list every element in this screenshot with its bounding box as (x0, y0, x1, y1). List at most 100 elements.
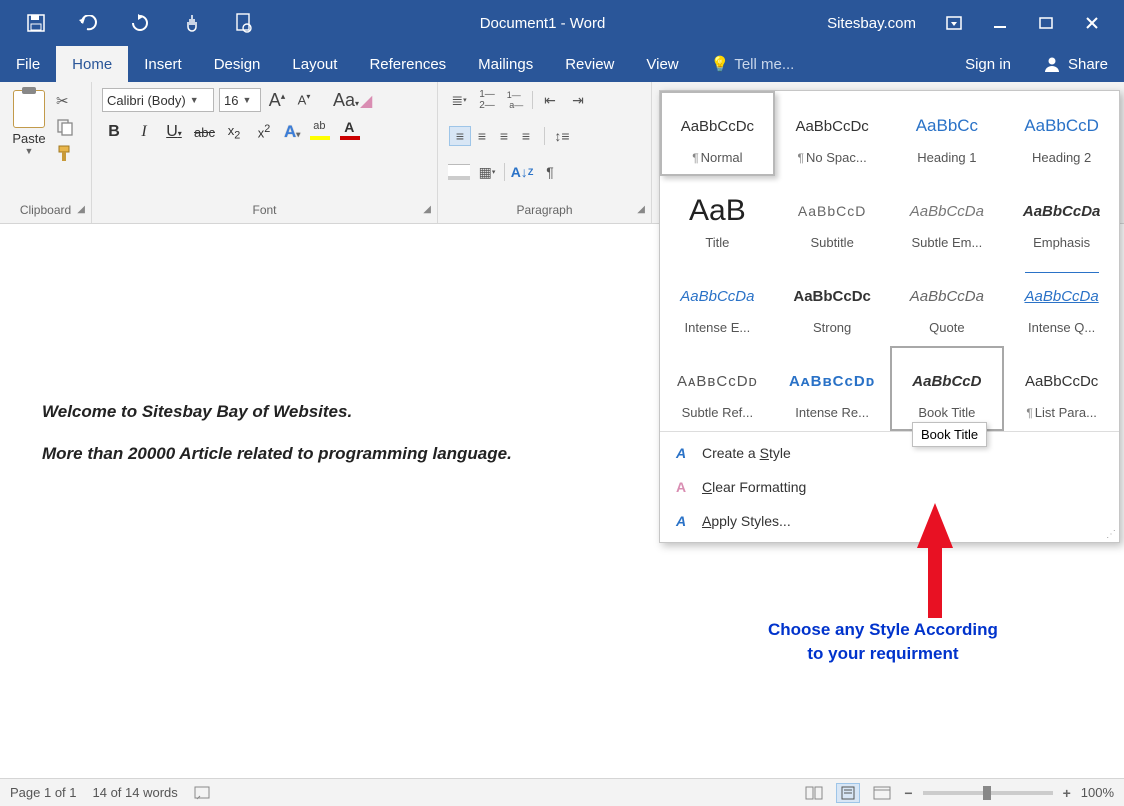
paragraph-launcher-icon[interactable]: ◢ (637, 201, 645, 219)
font-launcher-icon[interactable]: ◢ (423, 201, 431, 219)
line-spacing-icon[interactable]: ↕≡ (551, 126, 573, 146)
font-name-combo[interactable]: Calibri (Body)▼ (102, 88, 214, 112)
style-preview: AaBbCc (916, 102, 978, 150)
show-marks-icon[interactable]: ¶ (539, 162, 561, 182)
font-color-icon[interactable] (340, 124, 360, 140)
share-button[interactable]: Share (1027, 46, 1124, 82)
style-item-normal[interactable]: AaBbCcDc¶Normal (660, 91, 775, 176)
sort-icon[interactable]: A↓Z (511, 162, 533, 182)
tell-me-search[interactable]: 💡Tell me... (695, 46, 811, 82)
font-size-combo[interactable]: 16▼ (219, 88, 261, 112)
tab-insert[interactable]: Insert (128, 46, 198, 82)
zoom-level[interactable]: 100% (1081, 785, 1114, 800)
style-label: ¶List Para... (1026, 405, 1097, 420)
zoom-in-button[interactable]: + (1063, 785, 1071, 801)
increase-indent-icon[interactable]: ⇥ (567, 90, 589, 110)
style-preview: AaBbCcDc (681, 102, 754, 150)
style-item-subtle-ref[interactable]: AᴀBʙCᴄDᴅSubtle Ref... (660, 346, 775, 431)
zoom-out-button[interactable]: − (904, 785, 912, 801)
save-icon[interactable] (22, 9, 50, 37)
apply-styles-item[interactable]: A Apply Styles... (660, 504, 1119, 538)
tab-review[interactable]: Review (549, 46, 630, 82)
minimize-icon[interactable] (986, 9, 1014, 37)
redo-icon[interactable] (126, 9, 154, 37)
zoom-slider-thumb[interactable] (983, 786, 991, 800)
justify-icon[interactable]: ≡ (515, 126, 537, 146)
style-item-subtle-em[interactable]: AaBbCcDaSubtle Em... (890, 176, 1005, 261)
align-center-icon[interactable]: ≡ (471, 126, 493, 146)
maximize-icon[interactable] (1032, 9, 1060, 37)
spelling-icon[interactable] (194, 785, 212, 801)
tell-me-label: Tell me... (734, 56, 794, 73)
superscript-button[interactable]: x2 (254, 123, 274, 140)
bold-button[interactable]: B (104, 123, 124, 141)
touch-mode-icon[interactable] (178, 9, 206, 37)
style-label: ¶Normal (692, 150, 742, 165)
decrease-indent-icon[interactable]: ⇤ (539, 90, 561, 110)
font-label: Font◢ (98, 201, 431, 221)
number-list-icon[interactable]: 1—2— (476, 90, 498, 110)
paste-button[interactable]: Paste ▼ (6, 86, 52, 201)
word-count[interactable]: 14 of 14 words (93, 785, 178, 800)
tab-view[interactable]: View (630, 46, 694, 82)
cut-icon[interactable]: ✂ (56, 92, 76, 110)
paste-label: Paste (12, 131, 45, 146)
highlight-color-icon[interactable] (310, 124, 330, 140)
style-item-no-spac[interactable]: AaBbCcDc¶No Spac... (775, 91, 890, 176)
style-item-book-title[interactable]: AaBbCcDBook Title (890, 346, 1005, 431)
ribbon-display-icon[interactable] (940, 9, 968, 37)
clear-formatting-menu-icon: A (670, 477, 692, 497)
align-right-icon[interactable]: ≡ (493, 126, 515, 146)
style-item-heading-1[interactable]: AaBbCcHeading 1 (890, 91, 1005, 176)
page-count[interactable]: Page 1 of 1 (10, 785, 77, 800)
grow-font-icon[interactable]: A▴ (266, 90, 288, 111)
underline-button[interactable]: U▾ (164, 123, 184, 141)
undo-icon[interactable] (74, 9, 102, 37)
clear-formatting-icon[interactable]: ◢ (360, 91, 382, 109)
resize-grip-icon[interactable]: ⋰ (1106, 529, 1116, 540)
clipboard-launcher-icon[interactable]: ◢ (77, 201, 85, 219)
style-item-list-para[interactable]: AaBbCcDc¶List Para... (1004, 346, 1119, 431)
clear-formatting-item[interactable]: A Clear Formatting (660, 470, 1119, 504)
style-item-subtitle[interactable]: AaBbCcDSubtitle (775, 176, 890, 261)
style-label: Heading 1 (917, 150, 976, 165)
tab-layout[interactable]: Layout (276, 46, 353, 82)
style-item-title[interactable]: AaBTitle (660, 176, 775, 261)
close-icon[interactable] (1078, 9, 1106, 37)
create-style-item[interactable]: A Create a Style (660, 436, 1119, 470)
style-preview: AaBbCcD (912, 357, 981, 405)
shrink-font-icon[interactable]: A▾ (293, 92, 315, 107)
align-left-icon[interactable]: ≡ (449, 126, 471, 146)
tab-home[interactable]: Home (56, 46, 128, 82)
sign-in-button[interactable]: Sign in (949, 46, 1027, 82)
tab-mailings[interactable]: Mailings (462, 46, 549, 82)
style-item-strong[interactable]: AaBbCcDcStrong (775, 261, 890, 346)
style-item-intense-e[interactable]: AaBbCcDaIntense E... (660, 261, 775, 346)
style-item-quote[interactable]: AaBbCcDaQuote (890, 261, 1005, 346)
copy-icon[interactable] (56, 118, 76, 136)
style-item-emphasis[interactable]: AaBbCcDaEmphasis (1004, 176, 1119, 261)
web-layout-icon[interactable] (870, 783, 894, 803)
tab-references[interactable]: References (353, 46, 462, 82)
change-case-icon[interactable]: Aa▾ (333, 90, 355, 111)
bullet-list-icon[interactable]: ≣▾ (448, 90, 470, 110)
strikethrough-button[interactable]: abc (194, 125, 214, 140)
zoom-slider[interactable] (923, 791, 1053, 795)
style-item-heading-2[interactable]: AaBbCcDHeading 2 (1004, 91, 1119, 176)
borders-icon[interactable]: ▦▾ (476, 162, 498, 182)
italic-button[interactable]: I (134, 123, 154, 141)
print-preview-icon[interactable] (230, 9, 258, 37)
tab-design[interactable]: Design (198, 46, 277, 82)
print-layout-icon[interactable] (836, 783, 860, 803)
style-item-intense-re[interactable]: AᴀBʙCᴄDᴅIntense Re... (775, 346, 890, 431)
read-mode-icon[interactable] (802, 783, 826, 803)
style-item-intense-q[interactable]: AaBbCcDaIntense Q... (1004, 261, 1119, 346)
format-painter-icon[interactable] (56, 144, 76, 162)
shading-icon[interactable] (448, 164, 470, 180)
subscript-button[interactable]: x2 (224, 123, 244, 142)
styles-menu: A Create a Style A Clear Formatting A Ap… (660, 431, 1119, 542)
tab-file[interactable]: File (0, 46, 56, 82)
style-label: Intense Q... (1028, 320, 1095, 335)
text-effects-icon[interactable]: A▾ (284, 122, 300, 142)
multilevel-list-icon[interactable]: 1— a— (504, 90, 526, 110)
